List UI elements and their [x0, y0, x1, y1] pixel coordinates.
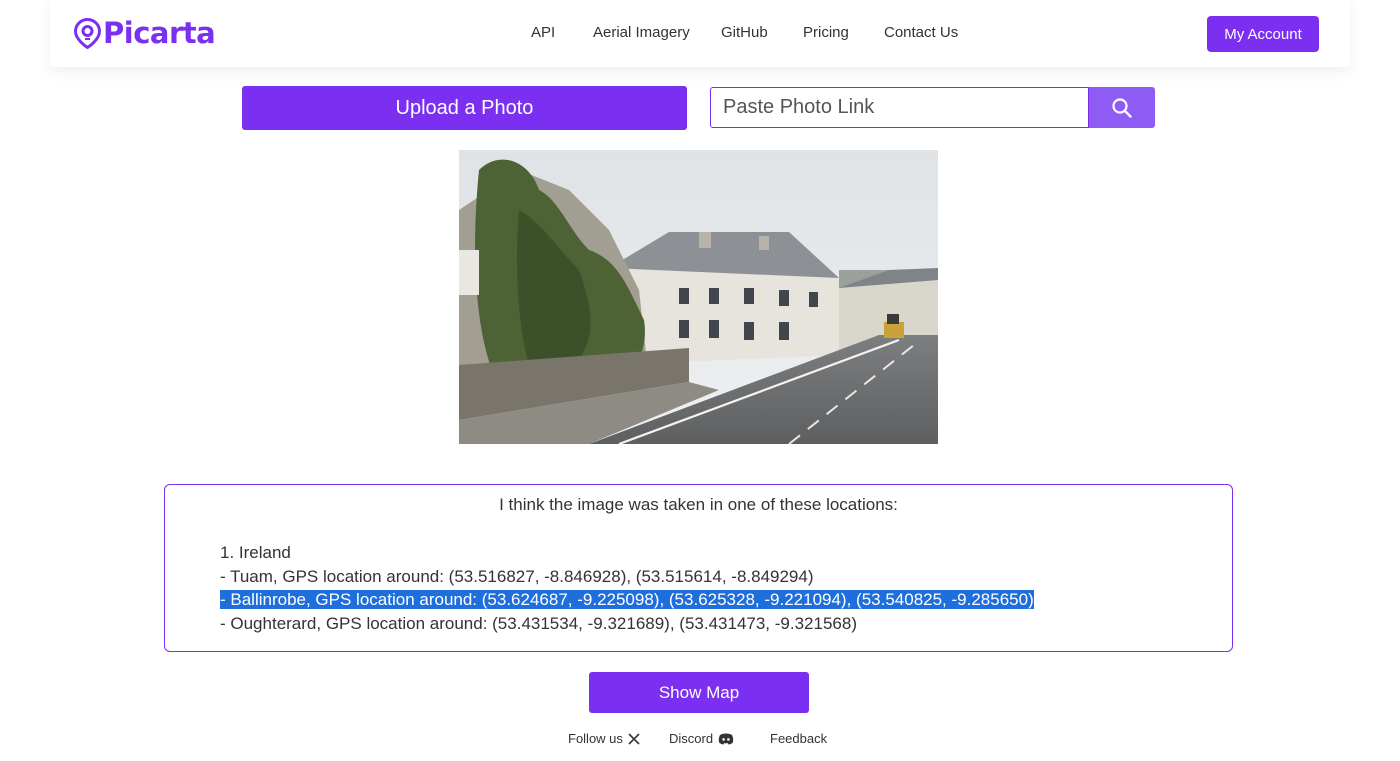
feedback-link[interactable]: Feedback: [770, 731, 827, 746]
discord-link[interactable]: Discord: [669, 731, 734, 746]
nav-link-aerial-imagery[interactable]: Aerial Imagery: [593, 24, 690, 41]
search-button[interactable]: [1089, 87, 1155, 128]
x-logo-icon: [628, 732, 640, 745]
uploaded-street-photo: [459, 150, 938, 444]
result-country-line: 1. Ireland: [220, 543, 291, 562]
nav-link-github[interactable]: GitHub: [721, 24, 768, 41]
result-location-tuam: - Tuam, GPS location around: (53.516827,…: [220, 566, 814, 586]
discord-label: Discord: [669, 731, 714, 746]
result-lines: 1. Ireland - Tuam, GPS location around: …: [220, 541, 1034, 636]
nav-link-pricing[interactable]: Pricing: [803, 24, 849, 41]
nav-link-contact-us[interactable]: Contact Us: [884, 24, 958, 41]
follow-us-link[interactable]: Follow us: [568, 731, 640, 746]
location-result-panel: I think the image was taken in one of th…: [164, 484, 1233, 652]
result-location-oughterard: - Oughterard, GPS location around: (53.4…: [220, 614, 857, 634]
result-intro-text: I think the image was taken in one of th…: [499, 495, 898, 514]
nav-link-api[interactable]: API: [531, 24, 555, 41]
search-icon: [1112, 97, 1132, 118]
top-navbar: Picarta API Aerial Imagery GitHub Pricin…: [50, 0, 1350, 67]
show-map-button[interactable]: Show Map: [589, 672, 809, 713]
result-location-ballinrobe: - Ballinrobe, GPS location around: (53.6…: [220, 590, 1034, 610]
discord-icon: [718, 733, 734, 744]
nav-links: API Aerial Imagery GitHub Pricing Contac…: [50, 24, 1350, 44]
upload-photo-button[interactable]: Upload a Photo: [242, 86, 687, 130]
photo-link-input[interactable]: [710, 87, 1089, 128]
follow-us-label: Follow us: [568, 731, 623, 746]
my-account-button[interactable]: My Account: [1207, 16, 1319, 52]
